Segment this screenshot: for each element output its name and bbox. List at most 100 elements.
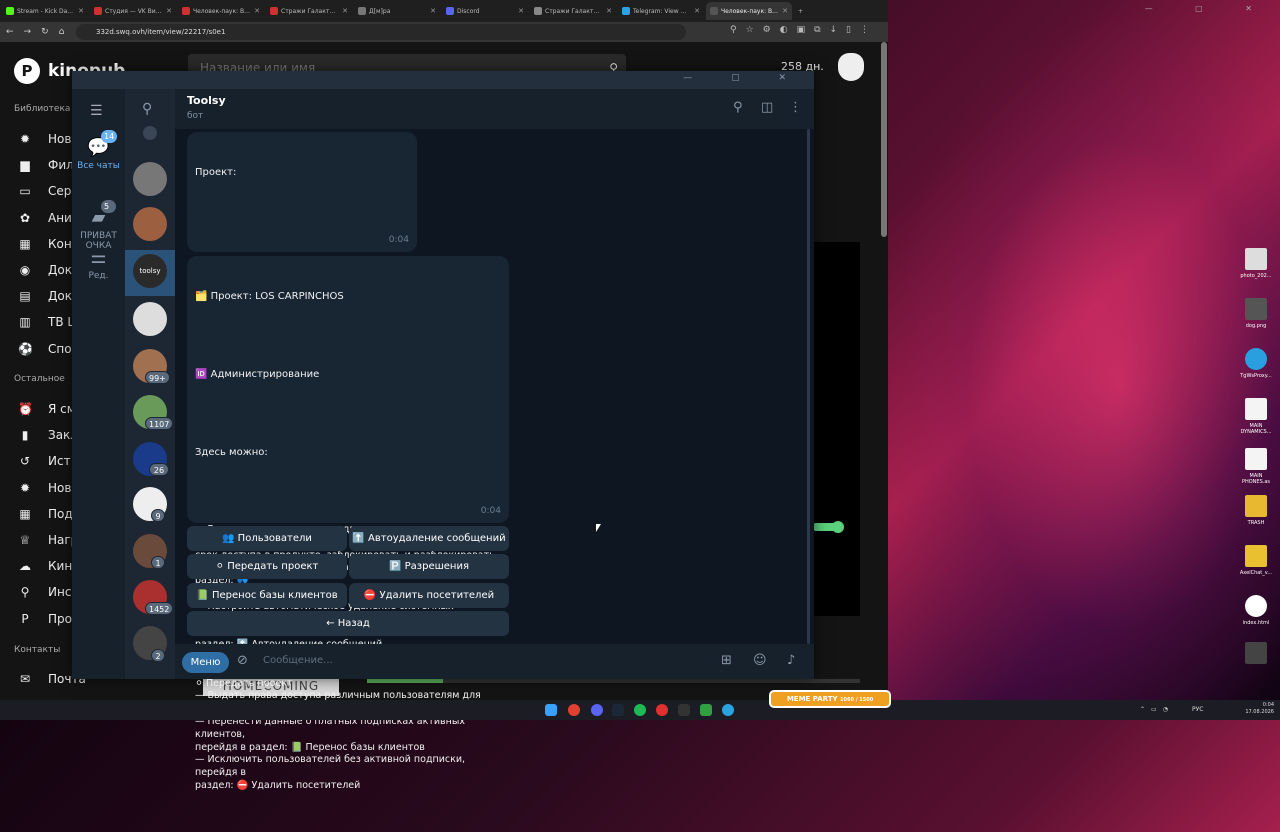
avatar[interactable] [838, 53, 864, 81]
menu-icon[interactable]: ☰ [90, 103, 106, 119]
folder-tab[interactable]: 💬 Все чаты [72, 137, 125, 171]
sidebar-item[interactable]: ▆ Фил [18, 158, 73, 172]
chat-avatar[interactable] [133, 302, 167, 336]
meme-party-widget[interactable]: MEME PARTY 1060 / 1500 [769, 690, 891, 708]
close-icon[interactable]: ✕ [782, 7, 788, 15]
home-icon[interactable]: ⌂ [59, 27, 65, 37]
sidebar-item[interactable]: ⚽ Спо [18, 342, 72, 356]
desktop-icon[interactable]: dog.png [1236, 298, 1276, 329]
browser-tab[interactable]: Telegram: View @... ✕ [618, 2, 704, 20]
forward-icon[interactable]: → [24, 27, 32, 37]
permissions-button[interactable]: 🅿️ Разрешения [349, 554, 509, 579]
chat-header[interactable]: Toolsy бот ⚲ ◫ ⋮ [175, 89, 814, 129]
video-player[interactable] [812, 242, 860, 616]
browser-tab[interactable]: Stream - Kick Da... ✕ [2, 2, 88, 20]
clock[interactable]: 0:04 17.08.2026 [1245, 702, 1274, 716]
app-icon[interactable] [678, 704, 690, 716]
emoji-icon[interactable]: ☺ [753, 653, 767, 668]
folder-tab[interactable]: ⚌ Ред. [72, 247, 125, 281]
progress-track[interactable] [443, 679, 860, 683]
desktop-icon[interactable]: index.html [1236, 595, 1276, 626]
sidebar-item[interactable]: ▦ Кон [18, 237, 71, 251]
desktop-icon[interactable]: MAIN DYNAMICS... [1236, 398, 1276, 435]
close-icon[interactable]: ✕ [518, 7, 524, 15]
sidebar-item[interactable]: ◉ Док [18, 263, 72, 277]
spotify-icon[interactable] [634, 704, 646, 716]
new-tab-button[interactable]: + [794, 2, 808, 20]
system-tray-icons[interactable]: ⌃▭◔ [1140, 706, 1174, 713]
sidebar-item[interactable]: ♕ Нагр [18, 533, 79, 547]
close-icon[interactable]: ✕ [606, 7, 612, 15]
desktop-icon[interactable]: MAIN PHONES.as [1236, 448, 1276, 485]
bot-menu-button[interactable]: Меню [182, 652, 229, 673]
sidebar-item[interactable]: P Про [18, 612, 72, 626]
page-scrollbar[interactable] [881, 42, 887, 237]
chat-avatar[interactable] [133, 207, 167, 241]
desktop-icon[interactable]: photo_202... [1236, 248, 1276, 279]
window-controls[interactable]: — ▢ ✕ [683, 73, 804, 83]
folder-tab[interactable]: ▰ ПРИВАТ ОЧКА [72, 207, 125, 251]
close-icon[interactable]: ✕ [78, 7, 84, 15]
close-icon[interactable]: ✕ [254, 7, 260, 15]
sidebar-item[interactable]: ✹ Нов [18, 132, 71, 146]
close-icon[interactable]: ✕ [430, 7, 436, 15]
back-icon[interactable]: ← [6, 27, 14, 37]
steam-icon[interactable] [612, 704, 624, 716]
microphone-icon[interactable]: ♪ [787, 653, 795, 668]
app-icon[interactable] [656, 704, 668, 716]
sidebar-item[interactable]: ▥ ТВ L [18, 315, 74, 329]
search-icon[interactable]: ⚲ [733, 100, 743, 115]
browser-tab[interactable]: Д[м]ра ✕ [354, 2, 440, 20]
volume-knob[interactable] [832, 521, 844, 533]
chrome-icon[interactable] [568, 704, 580, 716]
window-controls[interactable]: — ▢ ✕ [1145, 4, 1272, 13]
sidebar-item[interactable]: ✹ Нов [18, 481, 71, 495]
desktop-icon[interactable]: TRASH [1236, 495, 1276, 526]
browser-tab[interactable]: Стражи Галактик... ✕ [266, 2, 352, 20]
desktop-icon[interactable] [1236, 642, 1276, 667]
back-button[interactable]: ← Назад [187, 611, 509, 636]
sidebar-item[interactable]: ▦ Под [18, 507, 72, 521]
browser-tab[interactable]: Студия — VK Вид... ✕ [90, 2, 176, 20]
close-icon[interactable]: ✕ [166, 7, 172, 15]
sidebar-item[interactable]: ▭ Сер [18, 184, 71, 198]
chat-avatar[interactable] [133, 162, 167, 196]
app-icon[interactable] [700, 704, 712, 716]
sidebar-item[interactable]: ⚲ Инс [18, 585, 72, 599]
sidebar-item[interactable]: ▤ Док [18, 289, 72, 303]
desktop-icon[interactable]: TgWsProxy... [1236, 348, 1276, 379]
sidebar-toggle-icon[interactable]: ◫ [761, 100, 773, 115]
more-icon[interactable]: ⋮ [789, 100, 802, 115]
bot-commands-icon[interactable]: ⊞ [721, 653, 732, 668]
search-icon[interactable]: ⚲ [142, 101, 152, 117]
discord-icon[interactable] [591, 704, 603, 716]
remove-visitors-button[interactable]: ⛔ Удалить посетителей [349, 583, 509, 608]
telegram-icon[interactable] [722, 704, 734, 716]
browser-tab[interactable]: Стражи Галактик... ✕ [530, 2, 616, 20]
sidebar-item[interactable]: ▮ Закл [18, 428, 78, 442]
browser-tab[interactable]: Человек-паук: В... ✕ [706, 2, 792, 20]
archive-icon[interactable] [143, 126, 157, 140]
extension-icons[interactable]: ⚲☆⚙◐▣⧉↓▯⋮ [730, 25, 878, 35]
sidebar-item[interactable]: ↺ Ист [18, 454, 71, 468]
message-input[interactable]: Сообщение... [263, 655, 333, 666]
browser-tab[interactable]: Discord ✕ [442, 2, 528, 20]
migrate-clients-button[interactable]: 📗 Перенос базы клиентов [187, 583, 347, 608]
message-bubble[interactable]: 🗂️ Проект: LOS CARPINCHOS 🆔 Администриро… [187, 256, 509, 791]
desktop-icon[interactable]: AxelChat_v... [1236, 545, 1276, 576]
address-bar[interactable]: 332d.swq.ovh/item/view/22217/s0e1 [76, 24, 686, 40]
attach-icon[interactable]: ⊘ [237, 653, 248, 668]
autodelete-button[interactable]: ⬆️ Автоудаление сообщений [349, 526, 509, 551]
sidebar-item[interactable]: ✿ Ани [18, 211, 72, 225]
language-indicator[interactable]: РУС [1192, 706, 1203, 713]
sidebar-item[interactable]: ⏰ Я см [18, 402, 76, 416]
sidebar-item[interactable]: ☁ Кин [18, 559, 72, 573]
close-icon[interactable]: ✕ [694, 7, 700, 15]
reload-icon[interactable]: ↻ [41, 27, 49, 37]
browser-tab[interactable]: Человек-паук: В... ✕ [178, 2, 264, 20]
transfer-project-button[interactable]: ⚪ Передать проект [187, 554, 347, 579]
message-bubble[interactable]: Проект: — Проект: LOS CARPINCHOS— Продук… [187, 132, 417, 334]
chat-avatar-toolsy[interactable]: toolsy [133, 254, 167, 288]
close-icon[interactable]: ✕ [342, 7, 348, 15]
users-button[interactable]: 👥 Пользователи [187, 526, 347, 551]
